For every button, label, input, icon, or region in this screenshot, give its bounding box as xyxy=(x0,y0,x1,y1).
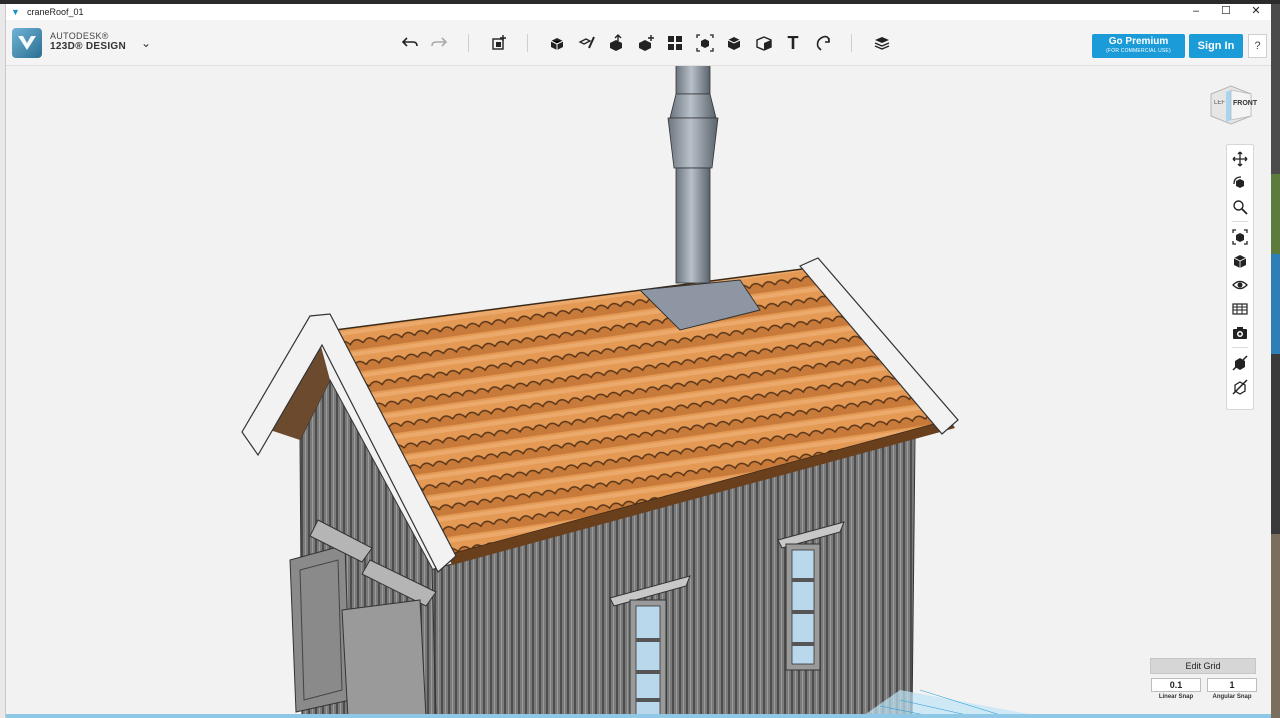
linear-snap: 0.1 Linear Snap xyxy=(1151,678,1201,700)
angular-snap: 1 Angular Snap xyxy=(1207,678,1257,700)
view-cube-left-label: LEFT xyxy=(1214,100,1225,106)
transform-icon[interactable] xyxy=(487,31,511,55)
material-icon[interactable] xyxy=(870,31,894,55)
desktop-right-edge xyxy=(1271,4,1280,718)
window-title: craneRoof_01 xyxy=(27,7,84,17)
sign-in-button[interactable]: Sign In xyxy=(1189,34,1243,58)
redo-icon[interactable] xyxy=(427,31,451,55)
nav-separator xyxy=(1232,221,1248,222)
edit-grid-button[interactable]: Edit Grid xyxy=(1150,658,1256,674)
edit-grid-panel: Edit Grid 0.1 Linear Snap 1 Angular Snap xyxy=(1150,658,1258,710)
hide-icon[interactable] xyxy=(1230,353,1250,373)
toolbar-separator xyxy=(851,34,852,52)
view-cube-front-label: FRONT xyxy=(1233,100,1258,107)
app-icon: ▼ xyxy=(11,7,20,17)
bottom-status-strip xyxy=(6,714,1271,718)
logo-mark-icon xyxy=(18,36,36,50)
modify-icon[interactable] xyxy=(634,31,658,55)
toolbar-separator xyxy=(527,34,528,52)
primitives-icon[interactable] xyxy=(545,31,569,55)
premium-label: Go Premium xyxy=(1108,36,1169,47)
undo-icon[interactable] xyxy=(398,31,422,55)
toolbar-separator xyxy=(468,34,469,52)
minimize-button[interactable]: – xyxy=(1181,4,1211,20)
angular-snap-label: Angular Snap xyxy=(1212,694,1252,700)
angular-snap-input[interactable]: 1 xyxy=(1207,678,1257,692)
model-scene xyxy=(241,66,1050,718)
app-menu-chevron-icon[interactable]: ⌄ xyxy=(141,36,151,50)
combine-icon[interactable] xyxy=(722,31,746,55)
brand-line-1: AUTODESK® xyxy=(50,31,109,41)
go-premium-button[interactable]: Go Premium (FOR COMMERCIAL USE) xyxy=(1092,34,1185,58)
pattern-icon[interactable] xyxy=(663,31,687,55)
premium-sublabel: (FOR COMMERCIAL USE) xyxy=(1106,48,1171,54)
title-bar: ▼ craneRoof_01 – ☐ ✕ xyxy=(6,4,1271,20)
sketch-icon[interactable] xyxy=(575,31,599,55)
nav-separator xyxy=(1232,347,1248,348)
main-toolbar: AUTODESK® 123D® DESIGN ⌄ T Go Premium (F… xyxy=(6,20,1271,66)
close-button[interactable]: ✕ xyxy=(1241,4,1271,20)
orbit-icon[interactable] xyxy=(1230,173,1250,193)
fit-icon[interactable] xyxy=(1230,227,1250,247)
camera-icon[interactable] xyxy=(1230,323,1250,343)
materials-icon[interactable] xyxy=(1230,299,1250,319)
snap-fields: 0.1 Linear Snap 1 Angular Snap xyxy=(1150,678,1258,700)
maximize-button[interactable]: ☐ xyxy=(1211,4,1241,20)
zoom-icon[interactable] xyxy=(1230,197,1250,217)
help-button[interactable]: ? xyxy=(1248,34,1267,58)
pan-icon[interactable] xyxy=(1230,149,1250,169)
app-logo[interactable] xyxy=(12,28,42,58)
construct-icon[interactable] xyxy=(604,31,628,55)
grouping-icon[interactable] xyxy=(693,31,717,55)
brand-line-2: 123D® DESIGN xyxy=(50,41,126,52)
3d-viewport[interactable]: LEFT FRONT xyxy=(6,66,1271,718)
measure-icon[interactable] xyxy=(752,31,776,55)
view-icon[interactable] xyxy=(1230,251,1250,271)
navigation-bar xyxy=(1226,144,1254,410)
page: ▼ craneRoof_01 – ☐ ✕ AUTODESK® 123D® DES… xyxy=(0,0,1280,718)
view-cube[interactable]: LEFT FRONT xyxy=(1206,80,1258,130)
linear-snap-input[interactable]: 0.1 xyxy=(1151,678,1201,692)
brand-name: AUTODESK® 123D® DESIGN xyxy=(50,31,126,52)
show-icon[interactable] xyxy=(1230,377,1250,397)
visibility-icon[interactable] xyxy=(1230,275,1250,295)
window-controls: – ☐ ✕ xyxy=(1181,4,1271,20)
linear-snap-label: Linear Snap xyxy=(1158,694,1194,700)
text-icon[interactable]: T xyxy=(781,31,805,55)
snap-icon[interactable] xyxy=(811,31,835,55)
app-window: ▼ craneRoof_01 – ☐ ✕ AUTODESK® 123D® DES… xyxy=(6,4,1271,718)
